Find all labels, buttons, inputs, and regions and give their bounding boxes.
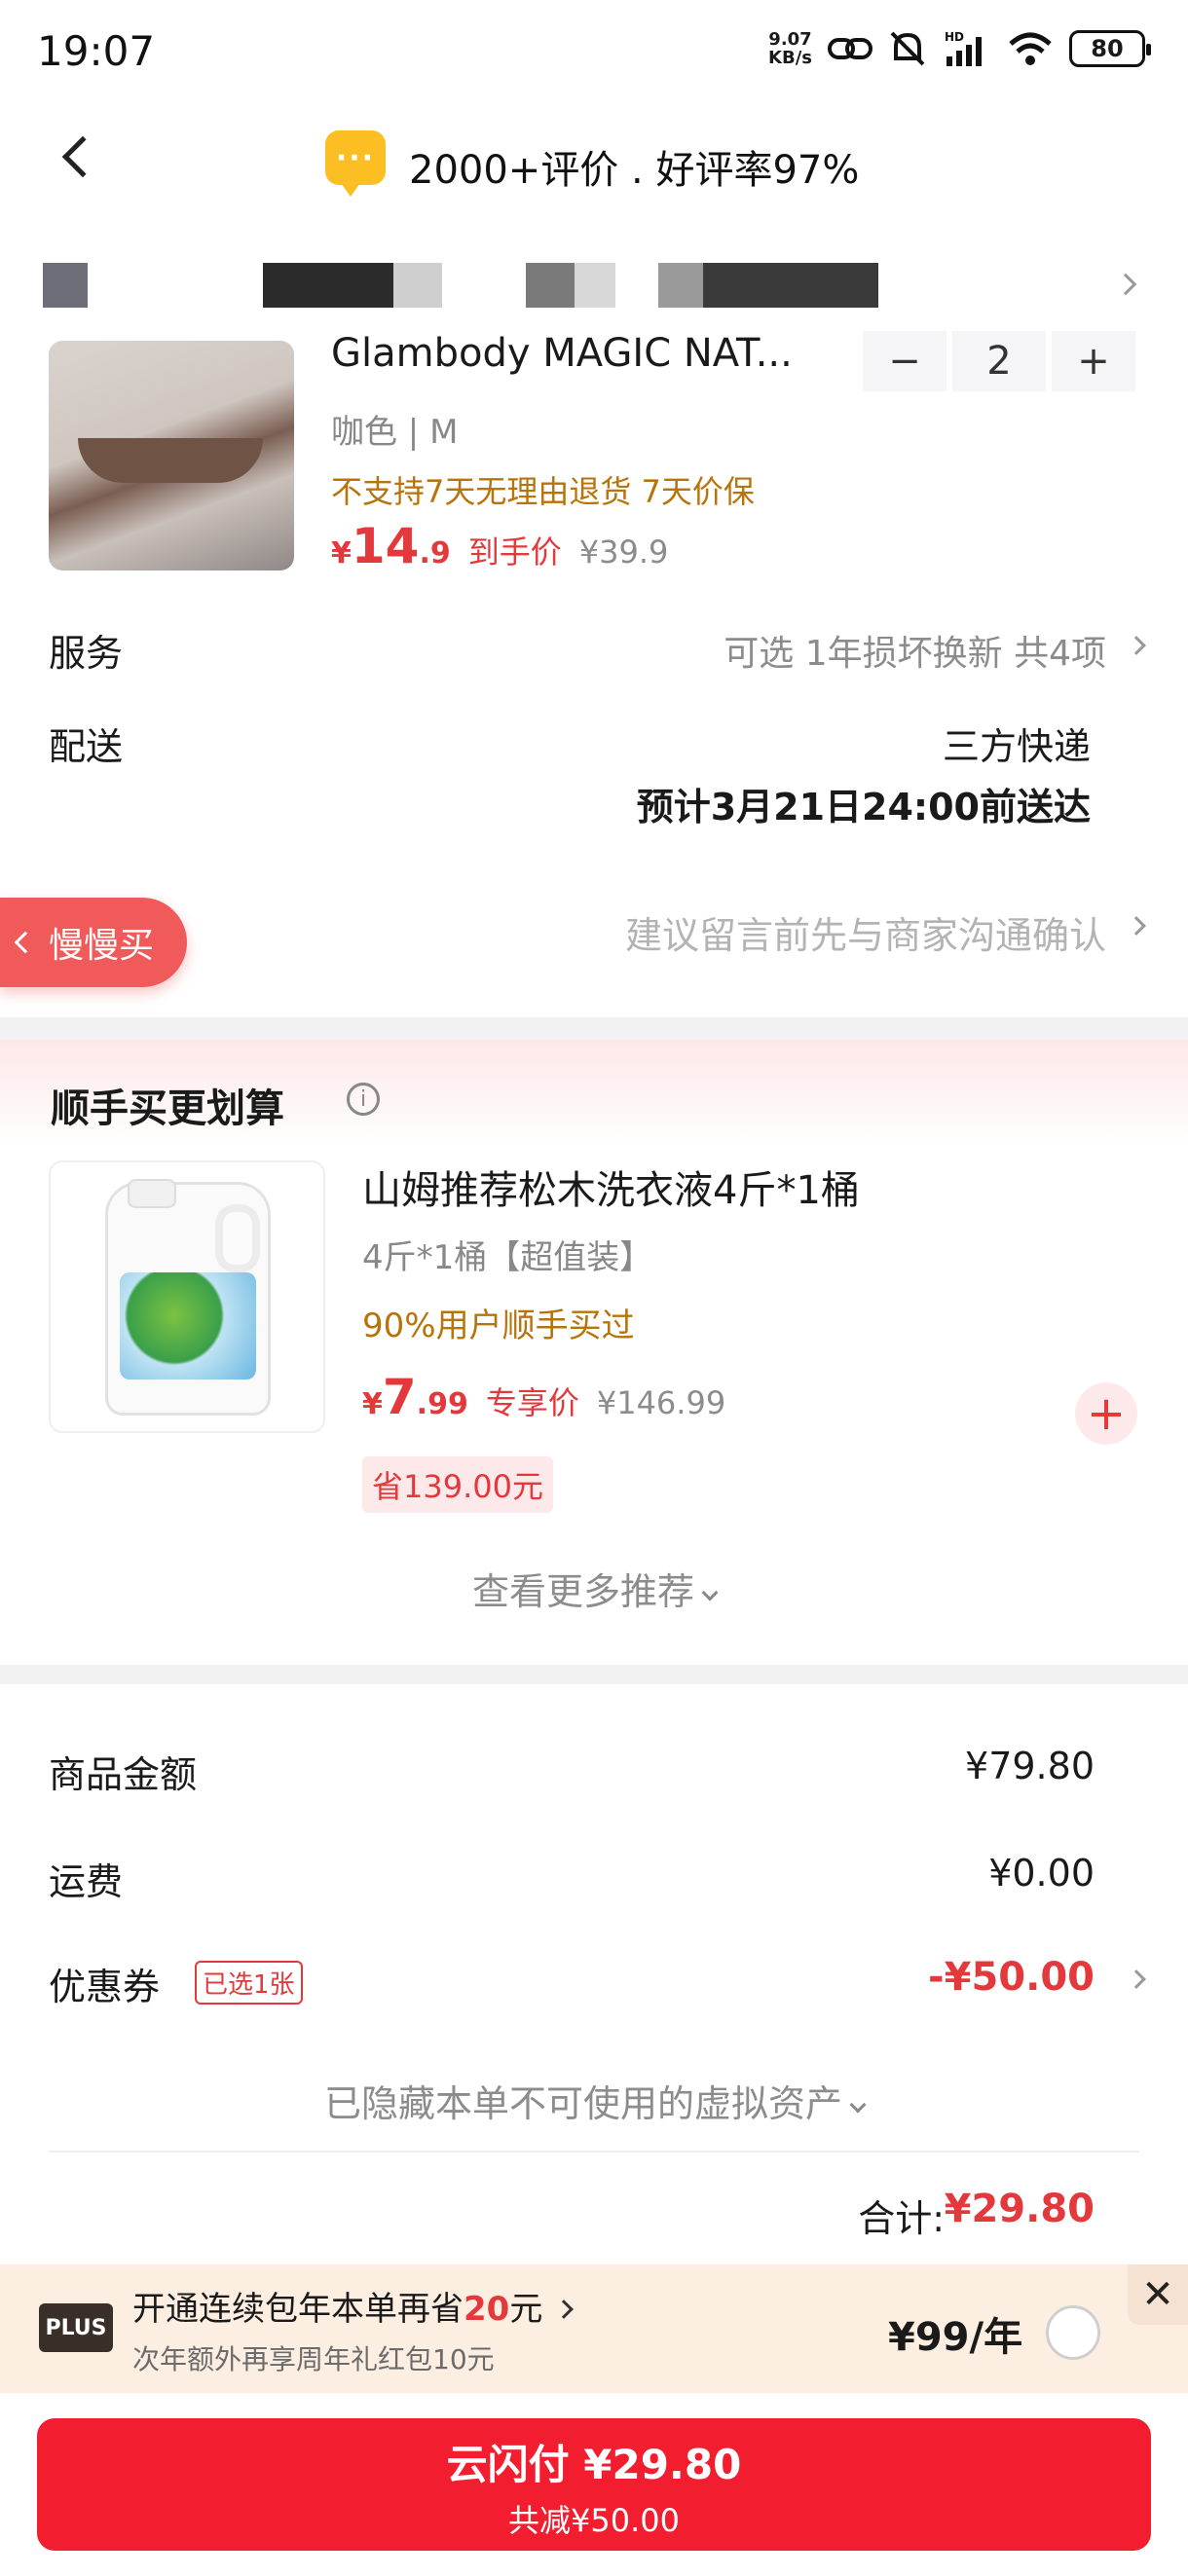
recommend-section: 顺手买更划算 i 山姆推荐松木洗衣液4斤*1桶 4斤*1桶【超值装】 90%用户… [0, 1040, 1188, 1665]
signal-icon: HD [945, 30, 982, 66]
add-button[interactable]: + [1075, 1382, 1137, 1445]
status-bar: 19:07 9.07 KB/s HD 80 [0, 0, 1188, 105]
redacted-block [658, 263, 703, 308]
plus-radio[interactable] [1046, 2305, 1100, 2360]
message-input[interactable]: 建议留言前先与商家沟通确认 [625, 905, 1106, 959]
delivery-eta: 预计3月21日24:00前送达 [636, 786, 1091, 828]
status-time: 19:07 [37, 27, 156, 75]
redacted-block [43, 263, 88, 308]
recommend-title: 顺手买更划算 [51, 1086, 284, 1131]
coupon-tag: 已选1张 [195, 1961, 303, 2005]
redacted-block [703, 263, 878, 308]
redacted-block [393, 263, 442, 308]
close-icon[interactable]: ✕ [1128, 2264, 1188, 2325]
address-strip[interactable] [0, 214, 1188, 341]
svg-text:HD: HD [945, 30, 964, 44]
page-header: ··· 2000+评价 . 好评率97% [0, 105, 1188, 214]
chevron-right-icon[interactable] [1127, 916, 1146, 936]
final-price: ¥14.9 [331, 518, 451, 574]
recommend-price-row: ¥7.99 专享价 ¥146.99 [362, 1369, 725, 1425]
plus-subtext: 次年额外再享周年礼红包10元 [132, 2343, 495, 2375]
chevron-right-icon[interactable] [1127, 636, 1146, 655]
chevron-down-icon [701, 1584, 719, 1601]
service-value[interactable]: 可选 1年损坏换新 共4项 [724, 625, 1106, 676]
chevron-right-icon [554, 2300, 575, 2319]
price-row: ¥14.9 到手价 ¥39.9 [331, 518, 668, 574]
goods-amount-value: ¥79.80 [965, 1745, 1095, 1787]
wifi-icon [1009, 32, 1052, 65]
plus-price: ¥99/年 [888, 2315, 1023, 2360]
original-price: ¥39.9 [578, 534, 669, 570]
hidden-assets-toggle[interactable]: 已隐藏本单不可使用的虚拟资产 [0, 2074, 1188, 2127]
delivery-method: 三方快递 [942, 725, 1091, 768]
shipping-label: 运费 [49, 1860, 124, 1903]
chat-bubble-icon: ··· [325, 130, 386, 197]
slow-buy-button[interactable]: 慢慢买 [0, 898, 187, 987]
slow-buy-label: 慢慢买 [49, 926, 155, 966]
rating-summary[interactable]: 2000+评价 . 好评率97% [409, 138, 859, 195]
total-label: 合计: [858, 2197, 945, 2240]
coupon-label: 优惠券 [49, 1966, 161, 2008]
back-icon[interactable] [61, 135, 104, 178]
chevron-right-icon[interactable] [1127, 1969, 1146, 1989]
mute-icon [890, 31, 925, 66]
plus-banner[interactable]: PLUS 开通连续包年本单再省20元 次年额外再享周年礼红包10元 ¥99/年 … [0, 2264, 1188, 2393]
more-recommend-link[interactable]: 查看更多推荐 [0, 1562, 1188, 1615]
order-summary: 商品金额 ¥79.80 运费 ¥0.00 优惠券 已选1张 -¥50.00 已隐… [0, 1684, 1188, 2264]
plus-offer[interactable]: 开通连续包年本单再省20元 [132, 2282, 575, 2330]
chevron-down-icon [849, 2096, 867, 2114]
chevron-left-icon [14, 931, 37, 954]
recommend-price-label: 专享价 [485, 1384, 579, 1421]
pay-button-label: 云闪付 ¥29.80 [446, 2441, 742, 2488]
recommend-price: ¥7.99 [362, 1369, 468, 1425]
recommend-save-badge: 省139.00元 [362, 1456, 553, 1513]
recommend-spec: 4斤*1桶【超值装】 [362, 1238, 653, 1277]
service-label: 服务 [49, 632, 124, 675]
return-policy: 不支持7天无理由退货 7天价保 [331, 473, 755, 510]
info-icon[interactable]: i [347, 1083, 380, 1116]
chevron-right-icon [1114, 273, 1137, 296]
goods-amount-label: 商品金额 [49, 1753, 198, 1796]
delivery-label: 配送 [49, 725, 124, 768]
divider [49, 2151, 1139, 2153]
redacted-block [526, 263, 575, 308]
redacted-block [263, 263, 393, 308]
coupon-value[interactable]: -¥50.00 [928, 1955, 1095, 2000]
pay-button[interactable]: 云闪付 ¥29.80 共减¥50.00 [37, 2418, 1151, 2551]
quantity-value[interactable]: 2 [952, 331, 1046, 391]
pay-bar: 云闪付 ¥29.80 共减¥50.00 [0, 2393, 1188, 2576]
link-icon [828, 38, 872, 59]
minus-button[interactable]: − [863, 331, 947, 391]
status-icons: 9.07 KB/s HD 80 [768, 29, 1151, 68]
redacted-block [575, 263, 615, 308]
recommend-name[interactable]: 山姆推荐松木洗衣液4斤*1桶 [362, 1159, 860, 1215]
recommend-image[interactable] [49, 1160, 325, 1433]
product-image[interactable] [49, 341, 294, 570]
shipping-value: ¥0.00 [988, 1852, 1095, 1895]
product-spec[interactable]: 咖色 | M [331, 405, 458, 453]
plus-badge: PLUS [39, 2303, 113, 2352]
battery-icon: 80 [1069, 30, 1151, 67]
recommend-original-price: ¥146.99 [596, 1384, 726, 1421]
total-value: ¥29.80 [944, 2187, 1095, 2231]
pay-button-sublabel: 共减¥50.00 [508, 2502, 680, 2539]
price-label: 到手价 [467, 534, 562, 570]
plus-button[interactable]: + [1052, 331, 1135, 391]
net-speed: 9.07 KB/s [768, 29, 812, 68]
recommend-bought: 90%用户顺手买过 [362, 1306, 635, 1345]
product-name[interactable]: Glambody MAGIC NAT... [331, 331, 837, 376]
quantity-stepper[interactable]: − 2 + [863, 331, 1135, 391]
